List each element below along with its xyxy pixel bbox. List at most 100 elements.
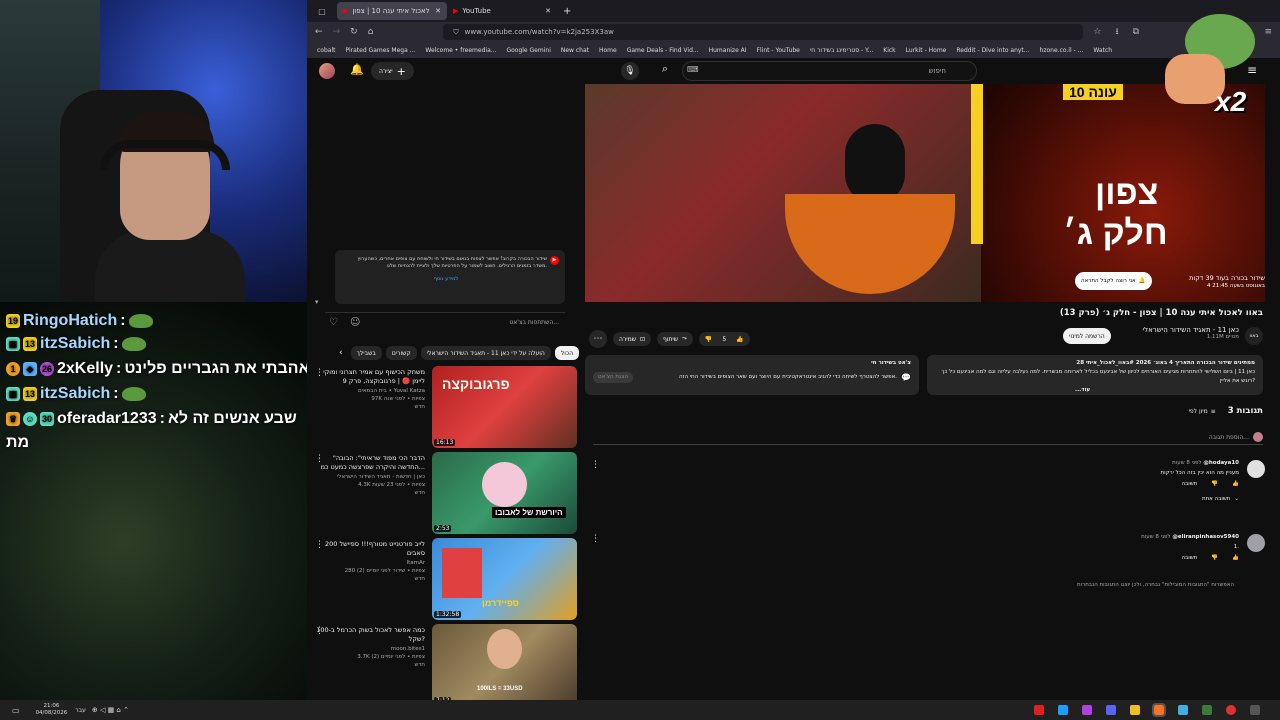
steam-icon[interactable] <box>1058 705 1068 715</box>
chip-all[interactable]: הכול <box>554 346 579 360</box>
start-icon[interactable] <box>1250 705 1260 715</box>
comment-author[interactable]: @eliranpinhasov5940 <box>1172 534 1239 540</box>
subscribe-button[interactable]: הרשמה למינוי <box>1063 328 1111 344</box>
related-channel[interactable]: ItamAr <box>315 560 425 567</box>
obs-icon[interactable] <box>1226 705 1236 715</box>
bookmark-item[interactable]: cobalt <box>317 47 335 54</box>
like-icon[interactable]: 👍 <box>1232 481 1239 487</box>
clock[interactable]: 21:06 04/08/2026 <box>36 703 68 717</box>
search-input[interactable]: חיפוש <box>682 61 977 81</box>
bookmark-item[interactable]: סטרימינג בשידור חי - Y... <box>810 47 873 54</box>
more-actions-icon[interactable]: ⋯ <box>589 330 607 348</box>
discord-icon[interactable] <box>1106 705 1116 715</box>
channel-avatar[interactable]: באוו <box>1245 327 1263 345</box>
comment-time[interactable]: לפני 8 שעות <box>1141 534 1170 540</box>
reply-button[interactable]: תשובה <box>1181 481 1197 487</box>
comment-time[interactable]: לפני 8 שעות <box>1172 460 1201 466</box>
related-thumbnail[interactable]: ספיידרמן 1:32:58 <box>432 538 577 620</box>
related-title[interactable]: כמה אפשר לאכול בשוק הכרמל ב-100 שקל? <box>315 626 425 644</box>
related-title[interactable]: משחק הכישוף עם אמיר חצרוני ומוקי ליימן 🔴… <box>315 368 425 386</box>
close-icon[interactable]: ✕ <box>545 7 551 15</box>
add-comment-row[interactable]: הוספת תגובה... <box>593 432 1263 445</box>
dislike-icon[interactable]: 👎 <box>705 336 712 343</box>
dislike-icon[interactable]: 👎 <box>1211 555 1218 561</box>
related-title[interactable]: "הדבר הכי מפוד שראיתי": הבובה החדשה והיק… <box>315 454 425 472</box>
forward-icon[interactable]: → <box>333 27 341 37</box>
chat-input[interactable]: השתתפות בצ'אט... <box>509 319 559 326</box>
emoji-icon[interactable]: ☺ <box>350 317 360 328</box>
bookmark-item[interactable]: Welcome • freemedia... <box>425 47 496 54</box>
related-video[interactable]: ⋮ משחק הכישוף עם אמיר חצרוני ומוקי ליימן… <box>307 366 577 448</box>
related-thumbnail[interactable]: 100ILS = 33USD 7:12 <box>432 624 577 706</box>
create-button[interactable]: יצירה + <box>371 62 414 80</box>
tab-list-icon[interactable]: ▢ <box>307 7 337 16</box>
back-icon[interactable]: ← <box>315 27 323 37</box>
related-thumbnail[interactable]: פרגובוקצה 16:13 <box>432 366 577 448</box>
related-thumbnail[interactable]: היורשת של לאבובו 2:53 <box>432 452 577 534</box>
close-icon[interactable]: ✕ <box>435 7 441 15</box>
related-channel[interactable]: בית הבמאים • Yuval Katza <box>315 388 425 395</box>
download-icon[interactable]: ⭳ <box>1115 24 1118 40</box>
replies-toggle[interactable]: תשובה אחת ⌄ <box>585 496 1265 502</box>
menu-icon[interactable]: ≡ <box>1264 27 1272 37</box>
bookmark-item[interactable]: Watch <box>1093 47 1112 54</box>
channel-name[interactable]: כאן 11 - תאגיד השידור הישראלי <box>1117 326 1239 334</box>
avatar[interactable] <box>319 63 335 79</box>
bookmark-item[interactable]: Game Deals - Find Vid... <box>627 47 699 54</box>
learn-more-link[interactable]: למידע נוסף <box>345 276 547 283</box>
app-icon[interactable] <box>1202 705 1212 715</box>
address-bar[interactable]: ⛉ www.youtube.com/watch?v=k2ja253X3aw <box>443 24 1084 40</box>
collapse-chevron-icon[interactable]: ▾ <box>315 298 319 306</box>
twitch-icon[interactable] <box>1082 705 1092 715</box>
system-tray-icons[interactable]: ⊕ ◁ ▦ ⌂ ⌃ <box>92 706 129 714</box>
browser-icon[interactable] <box>1178 705 1188 715</box>
related-video[interactable]: ⋮ "הדבר הכי מפוד שראיתי": הבובה החדשה וה… <box>307 452 577 534</box>
notifications-bell-icon[interactable]: 🔔 <box>350 63 364 76</box>
related-title[interactable]: לייב פורטנייט מטורף!!! ספיישל 200 סאבים <box>315 540 425 558</box>
tab-youtube[interactable]: ▶ YouTube ✕ <box>447 2 557 20</box>
keyboard-icon[interactable]: ⌨ <box>687 65 699 74</box>
like-icon[interactable]: 👍 <box>1232 555 1239 561</box>
share-button[interactable]: שיתוף ⤳ <box>657 332 693 346</box>
chip-uploaded-by[interactable]: הועלה על ידי כאן 11 - תאגיד השידור הישרא… <box>420 346 551 360</box>
more-options-icon[interactable]: ⋮ <box>591 534 600 544</box>
bookmark-item[interactable]: Humanize AI <box>709 47 747 54</box>
firefox-icon[interactable] <box>1152 703 1166 717</box>
related-channel[interactable]: moon.bites1 <box>315 646 425 653</box>
description-box[interactable]: 28 ממתינים שידור הבכורה התאריך 4 באוג׳ 2… <box>927 355 1263 395</box>
bookmark-item[interactable]: Reddit - Dive into anyt... <box>956 47 1029 54</box>
bookmark-item[interactable]: New chat <box>561 47 589 54</box>
voice-search-icon[interactable]: 🎙 <box>621 62 639 80</box>
reply-button[interactable]: תשובה <box>1181 555 1197 561</box>
new-tab-button[interactable]: + <box>563 6 571 17</box>
language-indicator[interactable]: עבר <box>75 707 86 714</box>
bookmark-item[interactable]: Pirated Games Mega ... <box>345 47 415 54</box>
extensions-icon[interactable]: ⧉ <box>1133 27 1139 37</box>
search-icon[interactable]: ⌕ <box>656 62 674 76</box>
related-video[interactable]: ⋮ לייב פורטנייט מטורף!!! ספיישל 200 סאבי… <box>307 538 577 620</box>
save-button[interactable]: שמירה ⊡ <box>613 332 652 346</box>
folder-icon[interactable] <box>1130 705 1140 715</box>
related-channel[interactable]: כאן | חדשות - תאגיד השידור הישראלי <box>315 474 425 481</box>
youtube-app-icon[interactable] <box>1034 705 1044 715</box>
video-player[interactable]: עונה 10 צפון חלק ג׳ אני רוצה לקבל התראה … <box>585 84 1265 302</box>
comment-author[interactable]: @hodaya10 <box>1203 460 1239 466</box>
chip-for-you[interactable]: בשבילך <box>350 346 382 360</box>
chip-related[interactable]: קשורים <box>385 346 417 360</box>
commenter-avatar[interactable] <box>1247 534 1265 552</box>
chevron-left-icon[interactable]: ‹ <box>339 348 343 358</box>
bookmark-item[interactable]: Google Gemini <box>506 47 550 54</box>
add-comment-input[interactable]: הוספת תגובה... <box>1209 434 1249 441</box>
bookmark-item[interactable]: Home <box>599 47 617 54</box>
commenter-avatar[interactable] <box>1247 460 1265 478</box>
more-options-icon[interactable]: ⋮ <box>591 460 600 470</box>
bookmark-item[interactable]: hzone.co.il - ... <box>1040 47 1084 54</box>
home-icon[interactable]: ⌂ <box>368 27 374 37</box>
dislike-icon[interactable]: 👎 <box>1211 481 1218 487</box>
show-chat-button[interactable]: הצגת הצ'אט <box>593 372 634 383</box>
tab-video[interactable]: ▶ באוו לאכול איתי ענה 10 | צפון ✕ <box>337 2 447 20</box>
notification-icon[interactable]: ▭ <box>12 706 20 715</box>
star-icon[interactable]: ☆ <box>1093 27 1101 37</box>
bookmark-item[interactable]: Kick <box>883 47 895 54</box>
more-link[interactable]: ...עוד <box>935 386 1255 395</box>
